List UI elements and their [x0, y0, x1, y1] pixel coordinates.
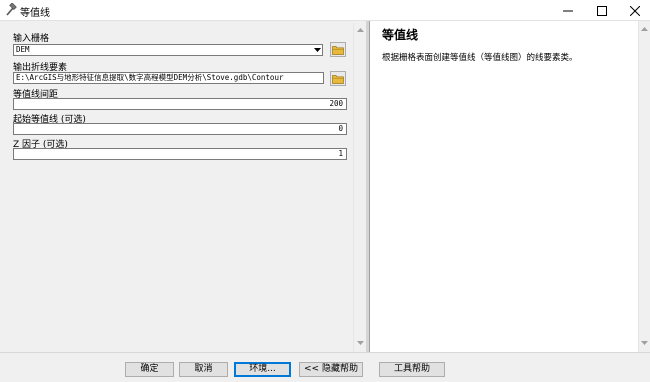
parameters-scrollbar[interactable]	[353, 23, 366, 352]
input-raster-dropdown[interactable]: DEM	[13, 44, 323, 56]
tool-help-button[interactable]: 工具帮助	[379, 362, 445, 377]
scroll-up-icon[interactable]	[640, 24, 649, 33]
maximize-button[interactable]	[587, 0, 617, 21]
scroll-down-icon[interactable]	[356, 339, 365, 348]
folder-icon	[332, 74, 344, 84]
output-polyline-browse-button[interactable]	[330, 71, 346, 86]
hide-help-button[interactable]: << 隐藏帮助	[299, 362, 363, 377]
parameters-panel: 输入栅格 DEM 输出折线要素 E:\ArcGIS与地形特征信息提取\数字高程模…	[0, 23, 366, 352]
input-raster-browse-button[interactable]	[330, 42, 346, 57]
ok-button[interactable]: 确定	[125, 362, 174, 377]
input-raster-label: 输入栅格	[13, 34, 50, 44]
hammer-icon	[4, 2, 18, 17]
button-bar: 确定 取消 环境... << 隐藏帮助 工具帮助	[0, 352, 650, 382]
environments-button[interactable]: 环境...	[234, 362, 291, 377]
cancel-button[interactable]: 取消	[179, 362, 228, 377]
help-panel: 等值线 根据栅格表面创建等值线（等值线图）的线要素类。	[369, 21, 650, 352]
window-title: 等值线	[20, 8, 50, 19]
minimize-button[interactable]	[553, 0, 583, 21]
close-icon	[630, 5, 640, 16]
output-polyline-input[interactable]: E:\ArcGIS与地形特征信息提取\数字高程模型DEM分析\Stove.gdb…	[13, 72, 324, 84]
dialog-client: 输入栅格 DEM 输出折线要素 E:\ArcGIS与地形特征信息提取\数字高程模…	[0, 21, 650, 382]
help-scrollbar[interactable]	[638, 21, 650, 352]
scroll-up-icon[interactable]	[356, 25, 365, 34]
title-bar: 等值线	[0, 0, 650, 21]
folder-icon	[332, 45, 344, 55]
z-factor-input[interactable]: 1	[13, 148, 347, 160]
maximize-icon	[597, 5, 607, 16]
minimize-icon	[563, 10, 573, 11]
close-button[interactable]	[620, 0, 650, 21]
contour-interval-input[interactable]: 200	[13, 98, 347, 110]
help-description: 根据栅格表面创建等值线（等值线图）的线要素类。	[382, 53, 578, 63]
input-raster-value: DEM	[16, 45, 30, 54]
base-contour-input[interactable]: 0	[13, 123, 347, 135]
help-title: 等值线	[382, 28, 419, 42]
chevron-down-icon[interactable]	[312, 45, 322, 55]
scroll-down-icon[interactable]	[640, 339, 649, 348]
